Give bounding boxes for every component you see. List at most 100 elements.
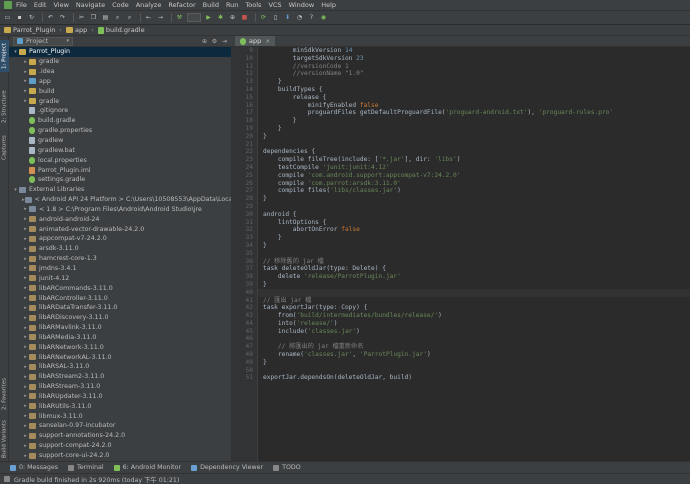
tree-item[interactable]: ▸ < 1.8 > C:\Program Files\Android\Androi…: [9, 205, 231, 215]
help-icon[interactable]: ?: [307, 13, 316, 22]
menu-tools[interactable]: Tools: [245, 1, 261, 9]
tree-item[interactable]: ▸ .idea: [9, 67, 231, 77]
avd-manager-icon[interactable]: ▯: [271, 13, 280, 22]
chevron-right-icon[interactable]: ▸: [22, 393, 29, 399]
breadcrumb-file[interactable]: build.gradle: [97, 26, 145, 34]
menu-run[interactable]: Run: [226, 1, 238, 9]
chevron-right-icon[interactable]: ▸: [22, 246, 29, 252]
gradle-sync-icon[interactable]: ⟳: [259, 13, 268, 22]
project-view-selector[interactable]: Project ▾: [13, 36, 73, 46]
menu-refactor[interactable]: Refactor: [168, 1, 195, 9]
tree-item[interactable]: ▸ libARUtils-3.11.0: [9, 401, 231, 411]
tree-item[interactable]: ▸ libARMavlink-3.11.0: [9, 323, 231, 333]
chevron-right-icon[interactable]: ▸: [22, 423, 29, 429]
breadcrumb-project[interactable]: Parrot_Plugin: [4, 26, 55, 34]
chevron-right-icon[interactable]: ▸: [22, 384, 29, 390]
menu-help[interactable]: Help: [321, 1, 336, 9]
tree-item[interactable]: ▸ libARDiscovery-3.11.0: [9, 313, 231, 323]
close-icon[interactable]: ×: [265, 38, 270, 45]
run-icon[interactable]: ▶: [204, 13, 213, 22]
chevron-right-icon[interactable]: ▸: [22, 334, 29, 340]
chevron-right-icon[interactable]: ▸: [22, 325, 29, 331]
breadcrumb-module[interactable]: app: [65, 26, 87, 34]
tool-tab-dependency-viewer[interactable]: Dependency Viewer: [191, 464, 263, 471]
hide-panel-icon[interactable]: ⇥: [221, 38, 228, 45]
settings-gear-icon[interactable]: ⚙: [211, 38, 218, 45]
chevron-right-icon[interactable]: ▸: [22, 403, 29, 409]
tree-item[interactable]: ▸ libARUpdater-3.11.0: [9, 392, 231, 402]
copy-icon[interactable]: ❐: [89, 13, 98, 22]
menu-window[interactable]: Window: [289, 1, 315, 9]
tree-item[interactable]: build.gradle: [9, 116, 231, 126]
chevron-right-icon[interactable]: ▸: [22, 453, 29, 459]
tree-item[interactable]: ▸ gradle: [9, 96, 231, 106]
menu-vcs[interactable]: VCS: [268, 1, 281, 9]
tree-item[interactable]: ▸ libARNetworkAL-3.11.0: [9, 352, 231, 362]
run-config-select[interactable]: [187, 13, 201, 22]
tool-tab-todo[interactable]: TODO: [273, 464, 301, 471]
tree-item[interactable]: ▸ libARStream2-3.11.0: [9, 372, 231, 382]
sync-icon[interactable]: ↻: [27, 13, 36, 22]
sdk-manager-icon[interactable]: ⬇: [283, 13, 292, 22]
android-icon[interactable]: ◉: [319, 13, 328, 22]
chevron-right-icon[interactable]: ▸: [22, 315, 29, 321]
tool-tab-0-messages[interactable]: 0: Messages: [10, 464, 58, 471]
tree-item[interactable]: ▸ libARDataTransfer-3.11.0: [9, 303, 231, 313]
tab-structure[interactable]: 2: Structure: [0, 86, 9, 128]
tree-item[interactable]: ▸ gradle: [9, 57, 231, 67]
chevron-right-icon[interactable]: ▸: [22, 374, 29, 380]
tree-item[interactable]: ▸ libARMedia-3.11.0: [9, 332, 231, 342]
chevron-right-icon[interactable]: ▸: [22, 443, 29, 449]
editor-tab-app[interactable]: app ×: [235, 36, 276, 46]
tab-captures[interactable]: Captures: [0, 132, 9, 164]
menu-analyze[interactable]: Analyze: [136, 1, 162, 9]
tree-item[interactable]: ▸ libmux-3.11.0: [9, 411, 231, 421]
tool-tab-terminal[interactable]: Terminal: [68, 464, 104, 471]
tree-item[interactable]: ▸ app: [9, 77, 231, 87]
tree-item[interactable]: ▸ support-annotations-24.2.0: [9, 431, 231, 441]
chevron-right-icon[interactable]: ▸: [22, 364, 29, 370]
tree-item[interactable]: ▸ sanselan-0.97-incubator: [9, 421, 231, 431]
tab-project[interactable]: 1: Project: [0, 40, 9, 72]
chevron-right-icon[interactable]: ▸: [22, 88, 29, 94]
chevron-right-icon[interactable]: ▸: [22, 78, 29, 84]
tree-item[interactable]: local.properties: [9, 155, 231, 165]
menu-navigate[interactable]: Navigate: [76, 1, 105, 9]
android-device-monitor-icon[interactable]: ◔: [295, 13, 304, 22]
chevron-right-icon[interactable]: ▸: [22, 59, 29, 65]
sync-scroll-icon[interactable]: ⊕: [201, 38, 208, 45]
chevron-right-icon[interactable]: ▸: [22, 413, 29, 419]
chevron-right-icon[interactable]: ▸: [22, 295, 29, 301]
tree-item[interactable]: ▸ libARStream-3.11.0: [9, 382, 231, 392]
code-editor[interactable]: minSdkVersion 14 targetSdkVersion 23 //v…: [258, 47, 690, 461]
forward-icon[interactable]: →: [156, 13, 165, 22]
open-icon[interactable]: ▭: [3, 13, 12, 22]
debug-icon[interactable]: ✱: [216, 13, 225, 22]
tree-item[interactable]: ▸ support-compat-24.2.0: [9, 441, 231, 451]
chevron-right-icon[interactable]: ▸: [22, 354, 29, 360]
chevron-right-icon[interactable]: ▸: [22, 236, 29, 242]
tree-item[interactable]: ▸ arsdk-3.11.0: [9, 244, 231, 254]
chevron-right-icon[interactable]: ▸: [22, 98, 29, 104]
tree-item[interactable]: settings.gradle: [9, 175, 231, 185]
tree-item[interactable]: ▸ support-core-ui-24.2.0: [9, 451, 231, 461]
tree-item[interactable]: ▸ junit-4.12: [9, 273, 231, 283]
tree-item[interactable]: gradlew: [9, 136, 231, 146]
tree-item[interactable]: ▸ appcompat-v7-24.2.0: [9, 234, 231, 244]
menu-code[interactable]: Code: [112, 1, 129, 9]
menu-build[interactable]: Build: [203, 1, 219, 9]
tree-item[interactable]: ▾ Parrot_Plugin: [9, 47, 231, 57]
menu-view[interactable]: View: [53, 1, 68, 9]
menu-file[interactable]: File: [16, 1, 27, 9]
chevron-right-icon[interactable]: ▸: [22, 265, 29, 271]
tree-item[interactable]: ▸ animated-vector-drawable-24.2.0: [9, 224, 231, 234]
status-icon[interactable]: [4, 476, 10, 482]
chevron-right-icon[interactable]: ▸: [22, 275, 29, 281]
tree-item[interactable]: ▸ build: [9, 86, 231, 96]
tree-item[interactable]: ▸ android-android-24: [9, 214, 231, 224]
tree-item[interactable]: ▸ libARCommands-3.11.0: [9, 283, 231, 293]
tree-item[interactable]: ▸ jmdns-3.4.1: [9, 264, 231, 274]
chevron-right-icon[interactable]: ▸: [22, 256, 29, 262]
menu-edit[interactable]: Edit: [34, 1, 47, 9]
back-icon[interactable]: ←: [144, 13, 153, 22]
